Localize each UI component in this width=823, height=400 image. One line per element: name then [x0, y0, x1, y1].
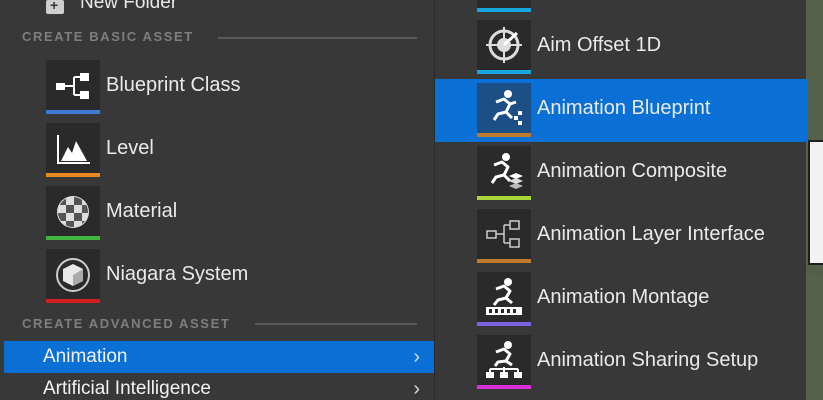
submenu-item-animation-montage[interactable]: Animation Montage — [435, 268, 807, 331]
asset-material[interactable]: Material — [46, 186, 426, 242]
asset-color-stripe — [477, 322, 531, 326]
asset-level[interactable]: Level — [46, 123, 426, 179]
asset-label: Blueprint Class — [106, 74, 241, 96]
asset-color-stripe — [477, 385, 531, 389]
submenu-item-label: Animation Montage — [537, 286, 710, 308]
animation-blueprint-icon — [492, 90, 522, 125]
animation-submenu: Aim Offset 1D Animation Blueprint Animat… — [434, 0, 807, 400]
category-animation[interactable]: Animation › — [4, 341, 434, 373]
level-icon — [57, 135, 90, 164]
submenu-item-animation-sharing-setup[interactable]: Animation Sharing Setup — [435, 331, 807, 394]
asset-label: Material — [106, 200, 178, 222]
submenu-item-label: Animation Composite — [537, 160, 728, 182]
submenu-item-aim-offset-1d[interactable]: Aim Offset 1D — [435, 16, 807, 79]
category-label: Artificial Intelligence — [43, 378, 211, 399]
asset-color-stripe — [477, 259, 531, 263]
animation-composite-icon — [490, 153, 523, 189]
background-window-edge — [808, 140, 823, 265]
chevron-right-icon: › — [413, 378, 420, 400]
asset-color-stripe — [46, 236, 100, 240]
animation-sharing-setup-thumbnail — [477, 335, 531, 389]
submenu-item-animation-composite[interactable]: Animation Composite — [435, 142, 807, 205]
blueprint-class-icon — [56, 73, 89, 99]
asset-color-stripe — [46, 110, 100, 114]
folder-plus-icon — [46, 0, 64, 14]
submenu-item-label: Animation Sharing Setup — [537, 349, 759, 371]
partial-asset-thumbnail[interactable] — [477, 0, 531, 12]
animation-layer-interface-thumbnail — [477, 209, 531, 263]
submenu-item-label: Animation Layer Interface — [537, 223, 765, 245]
niagara-system-thumbnail — [46, 249, 100, 303]
material-thumbnail — [46, 186, 100, 240]
section-divider — [218, 37, 417, 39]
asset-color-stripe — [477, 196, 531, 200]
asset-color-stripe — [46, 299, 100, 303]
asset-color-stripe — [46, 173, 100, 177]
animation-layer-interface-icon — [486, 220, 520, 248]
material-icon — [57, 196, 89, 228]
submenu-item-label: Animation Blueprint — [537, 97, 711, 119]
chevron-right-icon: › — [413, 346, 420, 368]
asset-color-stripe — [477, 8, 531, 12]
aim-offset-thumbnail — [477, 20, 531, 74]
submenu-item-animation-layer-interface[interactable]: Animation Layer Interface — [435, 205, 807, 268]
level-thumbnail — [46, 123, 100, 177]
asset-color-stripe — [477, 70, 531, 74]
asset-color-stripe — [477, 133, 531, 137]
create-asset-menu: New Folder CREATE BASIC ASSET Blueprint … — [0, 0, 434, 400]
asset-niagara-system[interactable]: Niagara System — [46, 249, 426, 305]
submenu-item-label: Aim Offset 1D — [537, 34, 662, 56]
category-label: Animation — [43, 346, 128, 367]
asset-label: Level — [106, 137, 154, 159]
aim-offset-icon — [486, 27, 522, 63]
blueprint-class-thumbnail — [46, 60, 100, 114]
animation-sharing-setup-icon — [486, 341, 522, 378]
asset-label: Niagara System — [106, 263, 249, 285]
animation-montage-thumbnail — [477, 272, 531, 326]
animation-composite-thumbnail — [477, 146, 531, 200]
submenu-item-animation-blueprint[interactable]: Animation Blueprint — [435, 79, 807, 142]
section-header-advanced: CREATE ADVANCED ASSET — [22, 316, 231, 331]
niagara-system-icon — [56, 258, 90, 292]
section-header-basic: CREATE BASIC ASSET — [22, 29, 194, 44]
animation-montage-icon — [486, 278, 522, 315]
animation-blueprint-thumbnail — [477, 83, 531, 137]
section-divider — [255, 323, 417, 325]
category-artificial-intelligence[interactable]: Artificial Intelligence › — [4, 373, 434, 400]
asset-blueprint-class[interactable]: Blueprint Class — [46, 60, 426, 116]
new-folder-label: New Folder — [80, 0, 178, 13]
